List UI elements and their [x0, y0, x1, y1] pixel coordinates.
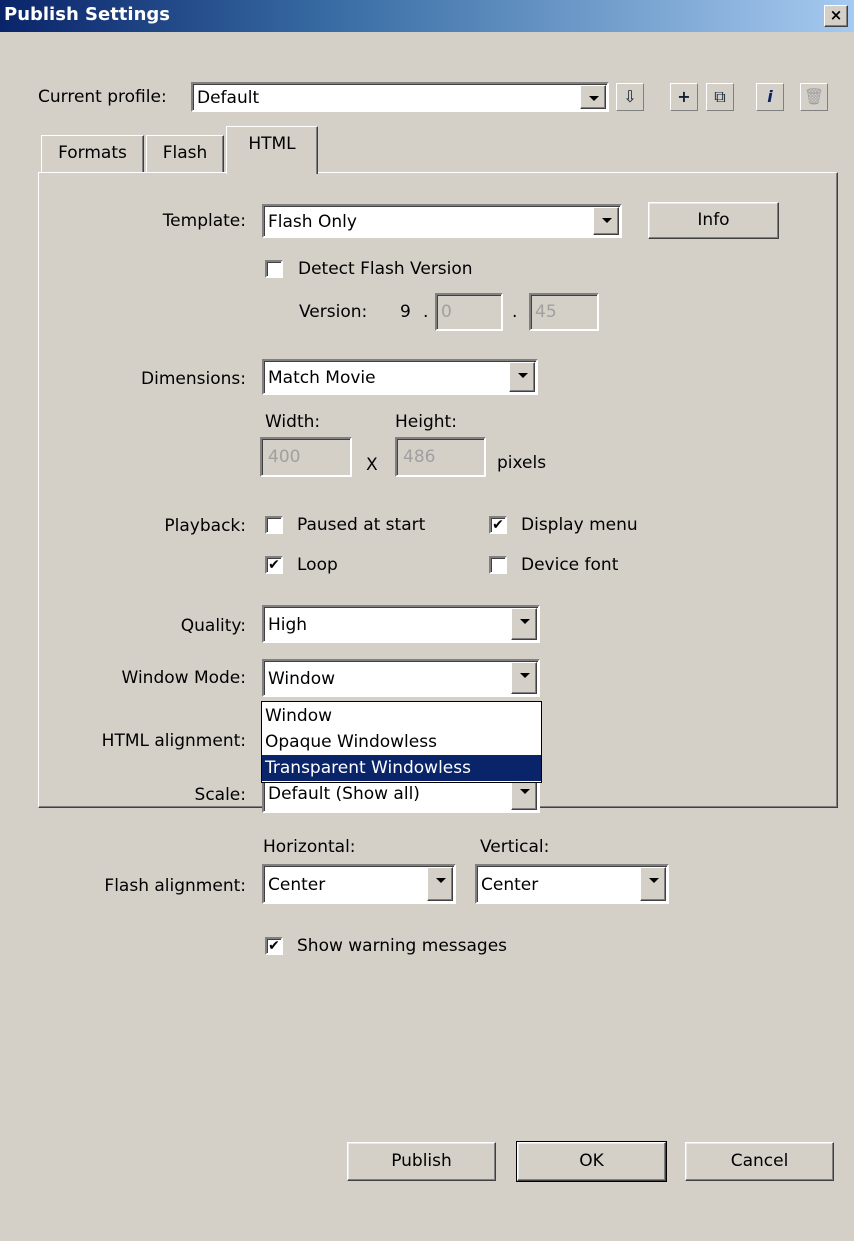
current-profile-label: Current profile: [38, 87, 167, 107]
dimensions-label: Dimensions: [141, 369, 246, 389]
quality-select[interactable]: High [262, 605, 540, 643]
publish-button[interactable]: Publish [347, 1142, 496, 1181]
window-title: Publish Settings [4, 4, 170, 25]
dropdown-option-window[interactable]: Window [262, 703, 541, 729]
show-warnings-label: Show warning messages [297, 936, 508, 956]
chevron-down-icon[interactable] [580, 85, 606, 109]
vertical-label: Vertical: [480, 837, 550, 857]
profile-select[interactable]: Default [191, 82, 609, 112]
quality-label: Quality: [180, 616, 246, 636]
loop-label: Loop [297, 555, 338, 575]
chevron-down-icon[interactable] [511, 662, 537, 694]
width-input[interactable]: 400 [260, 437, 352, 477]
scale-value: Default (Show all) [268, 784, 420, 804]
delete-profile-icon[interactable]: 🗑 [800, 83, 828, 111]
html-alignment-label: HTML alignment: [101, 731, 246, 751]
import-export-icon[interactable]: ⇩ [616, 83, 644, 111]
template-value: Flash Only [268, 212, 357, 232]
tab-flash[interactable]: Flash [146, 135, 224, 173]
tab-html[interactable]: HTML [226, 126, 318, 174]
version-label: Version: [299, 302, 368, 322]
window-mode-dropdown-list: Window Opaque Windowless Transparent Win… [261, 701, 542, 783]
add-profile-icon[interactable]: + [670, 83, 698, 111]
flash-alignment-label: Flash alignment: [104, 876, 246, 896]
close-button[interactable]: × [824, 5, 848, 27]
paused-at-start-label: Paused at start [297, 515, 426, 535]
width-label: Width: [265, 412, 321, 432]
pixels-unit-label: pixels [497, 453, 547, 473]
version-revision-input[interactable]: 45 [529, 293, 599, 331]
height-input[interactable]: 486 [395, 437, 486, 477]
version-minor-input[interactable]: 0 [435, 293, 503, 331]
horizontal-alignment-select[interactable]: Center [262, 864, 456, 904]
window-mode-label: Window Mode: [121, 668, 246, 688]
device-font-checkbox[interactable] [489, 556, 507, 574]
display-menu-label: Display menu [521, 515, 638, 535]
ok-button[interactable]: OK [516, 1141, 667, 1182]
profile-value: Default [197, 88, 260, 108]
quality-value: High [268, 615, 308, 635]
chevron-down-icon[interactable] [509, 362, 535, 392]
vertical-alignment-select[interactable]: Center [475, 864, 669, 904]
scale-label: Scale: [194, 785, 246, 805]
loop-checkbox[interactable]: ✔ [265, 556, 283, 574]
template-select[interactable]: Flash Only [262, 204, 622, 238]
info-button[interactable]: Info [648, 202, 779, 239]
height-label: Height: [395, 412, 457, 432]
vertical-alignment-value: Center [481, 875, 539, 895]
display-menu-checkbox[interactable]: ✔ [489, 516, 507, 534]
tab-formats[interactable]: Formats [41, 135, 144, 173]
show-warnings-checkbox[interactable]: ✔ [265, 937, 283, 955]
horizontal-label: Horizontal: [263, 837, 356, 857]
chevron-down-icon[interactable] [593, 207, 619, 235]
playback-label: Playback: [164, 516, 246, 536]
detect-flash-checkbox[interactable] [265, 260, 283, 278]
dropdown-option-opaque-windowless[interactable]: Opaque Windowless [262, 729, 541, 755]
dropdown-option-transparent-windowless[interactable]: Transparent Windowless [262, 755, 541, 781]
version-dot-2: . [512, 302, 518, 322]
window-mode-value: Window [268, 669, 336, 689]
chevron-down-icon[interactable] [511, 608, 537, 640]
version-dot-1: . [423, 302, 429, 322]
dimensions-select[interactable]: Match Movie [262, 359, 538, 395]
device-font-label: Device font [521, 555, 619, 575]
duplicate-profile-icon[interactable]: ⧉ [706, 83, 734, 111]
detect-flash-label: Detect Flash Version [298, 259, 473, 279]
dimensions-x-separator: X [366, 455, 378, 475]
version-major: 9 [400, 302, 411, 322]
paused-at-start-checkbox[interactable] [265, 516, 283, 534]
horizontal-alignment-value: Center [268, 875, 326, 895]
window-mode-select[interactable]: Window [262, 659, 540, 697]
profile-properties-icon[interactable]: i [756, 83, 784, 111]
title-bar: Publish Settings × [0, 0, 854, 32]
chevron-down-icon[interactable] [427, 867, 453, 901]
dimensions-value: Match Movie [268, 368, 376, 388]
template-label: Template: [162, 211, 246, 231]
cancel-button[interactable]: Cancel [685, 1142, 834, 1181]
chevron-down-icon[interactable] [640, 867, 666, 901]
